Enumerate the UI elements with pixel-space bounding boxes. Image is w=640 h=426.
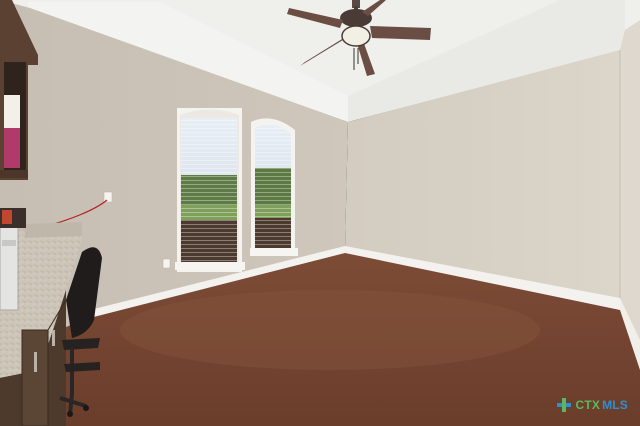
watermark-brand-main: CTX: [575, 398, 601, 412]
window-right: [250, 118, 298, 256]
ctx-mls-watermark: CTX MLS: [557, 398, 628, 412]
window-left: [175, 108, 245, 272]
room-scene: [0, 0, 640, 426]
room-photo: CTX MLS: [0, 0, 640, 426]
plus-logo-icon: [557, 398, 572, 412]
watermark-brand-suffix: MLS: [602, 398, 628, 412]
